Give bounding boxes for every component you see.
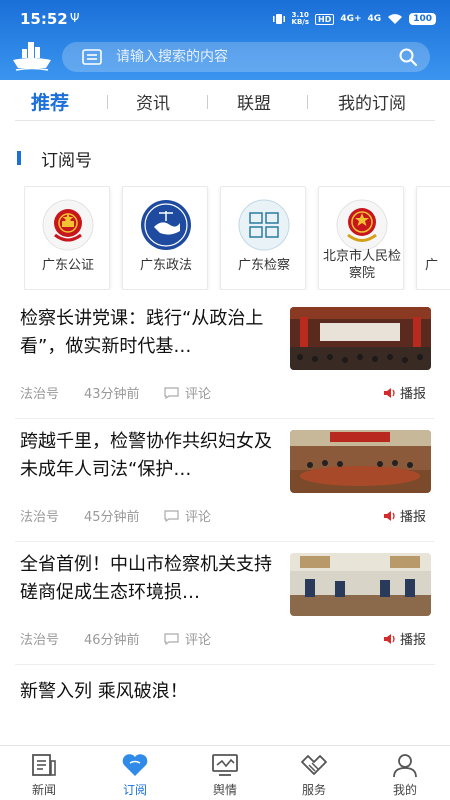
nav-label: 新闻 — [31, 783, 56, 797]
news-divider — [15, 541, 435, 542]
comment-icon[interactable] — [164, 509, 179, 522]
comment-icon[interactable] — [164, 386, 179, 399]
status-bar: 15:52 Ψ 3.10 KB/s HD 4G+ 4G 100 — [0, 0, 450, 40]
subscription-card-partial[interactable]: 广 — [416, 186, 450, 290]
comment-icon[interactable] — [164, 632, 179, 645]
news-source: 法治号 — [20, 510, 60, 525]
tab-separator — [207, 95, 208, 109]
nav-services[interactable]: 服务 — [284, 746, 344, 800]
nav-label: 服务 — [301, 783, 326, 797]
handshake-icon — [301, 755, 327, 775]
signal-4g-plus: 4G+ — [340, 14, 362, 24]
news-divider — [15, 664, 435, 665]
category-tabs: 推荐 资讯 联盟 我的订阅 — [0, 80, 450, 122]
subscription-name: 广东政法 — [139, 258, 192, 273]
heart-icon — [122, 754, 148, 776]
nav-label: 我的 — [392, 783, 417, 797]
subscription-carousel[interactable]: 广东公证 广东政法 广东检察 北京市人民检察院 广 — [24, 186, 450, 290]
status-indicators: 3.10 KB/s HD 4G+ 4G 100 — [272, 12, 436, 26]
usb-icon: Ψ — [70, 11, 80, 25]
guangdong-procuratorate-icon — [238, 199, 290, 251]
broadcast-button[interactable]: 播报 — [383, 383, 426, 402]
bottom-navigation: 新闻 订阅 舆情 服务 我的 — [0, 745, 450, 800]
subscription-name: 广东检察 — [237, 258, 290, 273]
broadcast-label: 播报 — [399, 387, 426, 402]
search-bar[interactable] — [62, 42, 430, 72]
news-meta: 法治号 43分钟前 评论 — [20, 383, 211, 402]
news-item[interactable]: 检察长讲党课：践行“从政治上看”，做实新时代基… 法治号 43分钟前 评论 播报 — [20, 305, 432, 405]
speaker-icon — [383, 387, 395, 398]
section-title: 订阅号 — [41, 151, 92, 171]
broadcast-label: 播报 — [399, 510, 426, 525]
broadcast-button[interactable]: 播报 — [383, 629, 426, 648]
national-emblem-icon — [42, 199, 94, 251]
subscription-name: 广东公证 — [41, 258, 94, 273]
scan-icon[interactable] — [82, 49, 102, 65]
news-item[interactable]: 跨越千里，检警协作共织妇女及未成年人司法“保护… 法治号 45分钟前 评论 播报 — [20, 428, 432, 528]
vibrate-icon — [272, 14, 285, 24]
news-meta: 法治号 45分钟前 评论 — [20, 506, 211, 525]
news-item[interactable]: 新警入列 乘风破浪！ — [20, 678, 432, 718]
news-divider — [15, 418, 435, 419]
section-accent-bar — [17, 151, 21, 165]
news-item[interactable]: 全省首例！中山市检察机关支持磋商促成生态环境损… 法治号 46分钟前 评论 播报 — [20, 551, 432, 651]
monitor-icon — [212, 754, 238, 776]
news-title[interactable]: 跨越千里，检警协作共织妇女及未成年人司法“保护… — [20, 428, 280, 484]
news-title[interactable]: 全省首例！中山市检察机关支持磋商促成生态环境损… — [20, 551, 280, 607]
user-icon — [393, 754, 417, 778]
news-title[interactable]: 新警入列 乘风破浪！ — [20, 678, 420, 706]
hd-badge: HD — [315, 13, 335, 25]
speaker-icon — [383, 510, 395, 521]
news-meta: 法治号 46分钟前 评论 — [20, 629, 211, 648]
network-speed: 3.10 KB/s — [292, 12, 309, 26]
nav-news[interactable]: 新闻 — [14, 746, 74, 800]
guangdong-politics-law-icon — [141, 200, 191, 250]
news-title[interactable]: 检察长讲党课：践行“从政治上看”，做实新时代基… — [20, 305, 280, 361]
subscription-card-guangdong-procuratorate[interactable]: 广东检察 — [220, 186, 306, 290]
news-source: 法治号 — [20, 633, 60, 648]
news-thumbnail[interactable] — [290, 307, 431, 370]
news-source: 法治号 — [20, 387, 60, 402]
subscription-card-guangdong-notary[interactable]: 广东公证 — [24, 186, 110, 290]
subscription-card-beijing-procuratorate[interactable]: 北京市人民检察院 — [318, 186, 404, 290]
subscription-card-guangdong-politics-law[interactable]: 广东政法 — [122, 186, 208, 290]
news-thumbnail[interactable] — [290, 430, 431, 493]
tabs-divider — [15, 120, 435, 121]
broadcast-label: 播报 — [399, 633, 426, 648]
tab-separator — [107, 95, 108, 109]
wifi-icon — [388, 14, 403, 24]
procuratorate-emblem-icon — [336, 199, 388, 251]
app-header: 15:52 Ψ 3.10 KB/s HD 4G+ 4G 100 — [0, 0, 450, 80]
news-time: 45分钟前 — [84, 510, 140, 525]
tab-my-subscriptions[interactable]: 我的订阅 — [338, 89, 406, 114]
tab-recommend[interactable]: 推荐 — [31, 88, 69, 115]
comment-label[interactable]: 评论 — [185, 629, 211, 648]
comment-label[interactable]: 评论 — [185, 506, 211, 525]
subscription-name: 广 — [425, 258, 439, 273]
search-input[interactable] — [116, 42, 386, 72]
nav-public-opinion[interactable]: 舆情 — [195, 746, 255, 800]
newspaper-icon — [32, 754, 56, 776]
nav-subscribe[interactable]: 订阅 — [105, 746, 165, 800]
news-time: 43分钟前 — [84, 387, 140, 402]
search-icon[interactable] — [398, 47, 418, 67]
news-time: 46分钟前 — [84, 633, 140, 648]
comment-label[interactable]: 评论 — [185, 383, 211, 402]
nav-label: 舆情 — [212, 783, 237, 797]
subscription-name: 北京市人民检察院 — [323, 249, 402, 281]
app-logo-icon — [13, 42, 51, 71]
tab-news[interactable]: 资讯 — [136, 89, 170, 114]
battery-level: 100 — [409, 13, 436, 25]
nav-profile[interactable]: 我的 — [375, 746, 435, 800]
news-thumbnail[interactable] — [290, 553, 431, 616]
status-time: 15:52 — [20, 10, 68, 28]
tab-separator — [307, 95, 308, 109]
tab-alliance[interactable]: 联盟 — [237, 89, 271, 114]
speaker-icon — [383, 633, 395, 644]
speed-unit: KB/s — [291, 18, 309, 26]
broadcast-button[interactable]: 播报 — [383, 506, 426, 525]
signal-4g: 4G — [367, 14, 382, 24]
nav-label: 订阅 — [122, 783, 147, 797]
